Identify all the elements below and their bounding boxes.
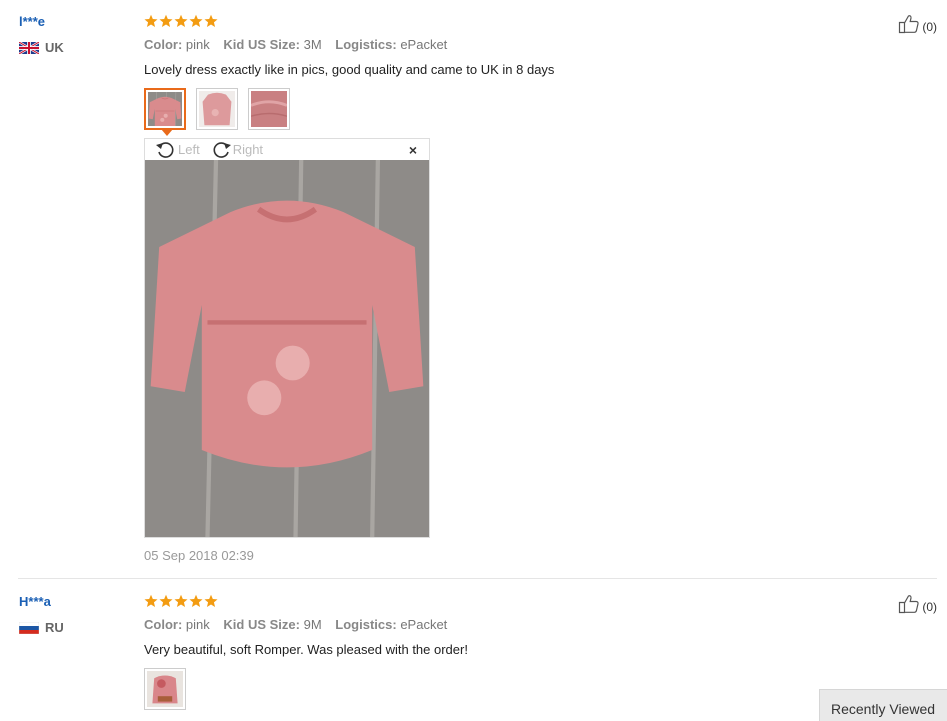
uk-flag-icon bbox=[19, 41, 39, 54]
size-value: 9M bbox=[303, 617, 322, 632]
logistics-value: ePacket bbox=[400, 37, 448, 52]
review-photo-thumbnail[interactable] bbox=[248, 88, 290, 130]
country-code: UK bbox=[45, 40, 64, 55]
review-photo-thumbnails bbox=[144, 668, 186, 710]
star-icon bbox=[204, 594, 218, 608]
photo-viewer: Left Right × bbox=[144, 138, 430, 538]
star-rating bbox=[144, 594, 218, 608]
reviewer-name[interactable]: l***e bbox=[19, 14, 45, 29]
photo-viewer-toolbar: Left Right × bbox=[145, 139, 429, 160]
order-attributes: Color: pink Kid US Size: 9M Logistics: e… bbox=[144, 617, 457, 632]
color-label: Color: bbox=[144, 37, 183, 52]
reviewer-name[interactable]: H***a bbox=[19, 594, 51, 609]
order-attributes: Color: pink Kid US Size: 3M Logistics: e… bbox=[144, 37, 457, 52]
close-viewer-button[interactable]: × bbox=[409, 142, 417, 158]
helpful-button[interactable]: (0) bbox=[898, 14, 937, 34]
rotate-left-icon bbox=[156, 141, 174, 158]
selected-indicator bbox=[161, 129, 173, 136]
review-item: H***a RU Color: pink Kid US Size: 9M Log… bbox=[0, 580, 947, 721]
star-icon bbox=[174, 594, 188, 608]
logistics-label: Logistics: bbox=[335, 617, 397, 632]
review-text: Very beautiful, soft Romper. Was pleased… bbox=[144, 642, 468, 657]
star-icon bbox=[144, 14, 158, 28]
thumbs-up-icon bbox=[898, 594, 920, 614]
star-rating bbox=[144, 14, 218, 28]
review-photo-thumbnail[interactable] bbox=[144, 88, 186, 137]
helpful-count: (0) bbox=[922, 20, 937, 34]
size-label: Kid US Size: bbox=[223, 617, 300, 632]
size-value: 3M bbox=[303, 37, 322, 52]
rotate-right-label: Right bbox=[232, 142, 264, 157]
reviewer-country: RU bbox=[19, 620, 64, 635]
enlarged-review-photo bbox=[145, 160, 429, 537]
review-item: l***e UK Color: pink Kid US Size: 3M Log… bbox=[0, 0, 947, 578]
color-label: Color: bbox=[144, 617, 183, 632]
logistics-value: ePacket bbox=[400, 617, 448, 632]
review-photo bbox=[199, 91, 235, 127]
review-divider bbox=[18, 578, 937, 579]
rotate-left-button[interactable]: Left bbox=[155, 140, 200, 160]
review-photo bbox=[147, 671, 183, 707]
rotate-left-label: Left bbox=[178, 142, 200, 157]
star-icon bbox=[174, 14, 188, 28]
ru-flag-icon bbox=[19, 621, 39, 634]
star-icon bbox=[159, 594, 173, 608]
star-icon bbox=[159, 14, 173, 28]
star-icon bbox=[189, 14, 203, 28]
color-value: pink bbox=[185, 617, 210, 632]
color-value: pink bbox=[185, 37, 210, 52]
rotate-right-button[interactable]: Right bbox=[210, 140, 263, 160]
size-label: Kid US Size: bbox=[223, 37, 300, 52]
review-photo-thumbnail[interactable] bbox=[144, 668, 186, 710]
review-photo-thumbnail[interactable] bbox=[196, 88, 238, 130]
thumbs-up-icon bbox=[898, 14, 920, 34]
review-photo-thumbnails bbox=[144, 88, 290, 137]
rotate-right-icon bbox=[213, 141, 231, 158]
logistics-label: Logistics: bbox=[335, 37, 397, 52]
country-code: RU bbox=[45, 620, 64, 635]
star-icon bbox=[204, 14, 218, 28]
recently-viewed-tab[interactable]: Recently Viewed bbox=[819, 689, 947, 721]
review-date: 05 Sep 2018 02:39 bbox=[144, 548, 254, 563]
helpful-count: (0) bbox=[922, 600, 937, 614]
review-text: Lovely dress exactly like in pics, good … bbox=[144, 62, 555, 77]
helpful-button[interactable]: (0) bbox=[898, 594, 937, 614]
reviewer-country: UK bbox=[19, 40, 64, 55]
star-icon bbox=[144, 594, 158, 608]
review-photo bbox=[148, 92, 182, 137]
star-icon bbox=[189, 594, 203, 608]
review-photo bbox=[250, 91, 288, 127]
